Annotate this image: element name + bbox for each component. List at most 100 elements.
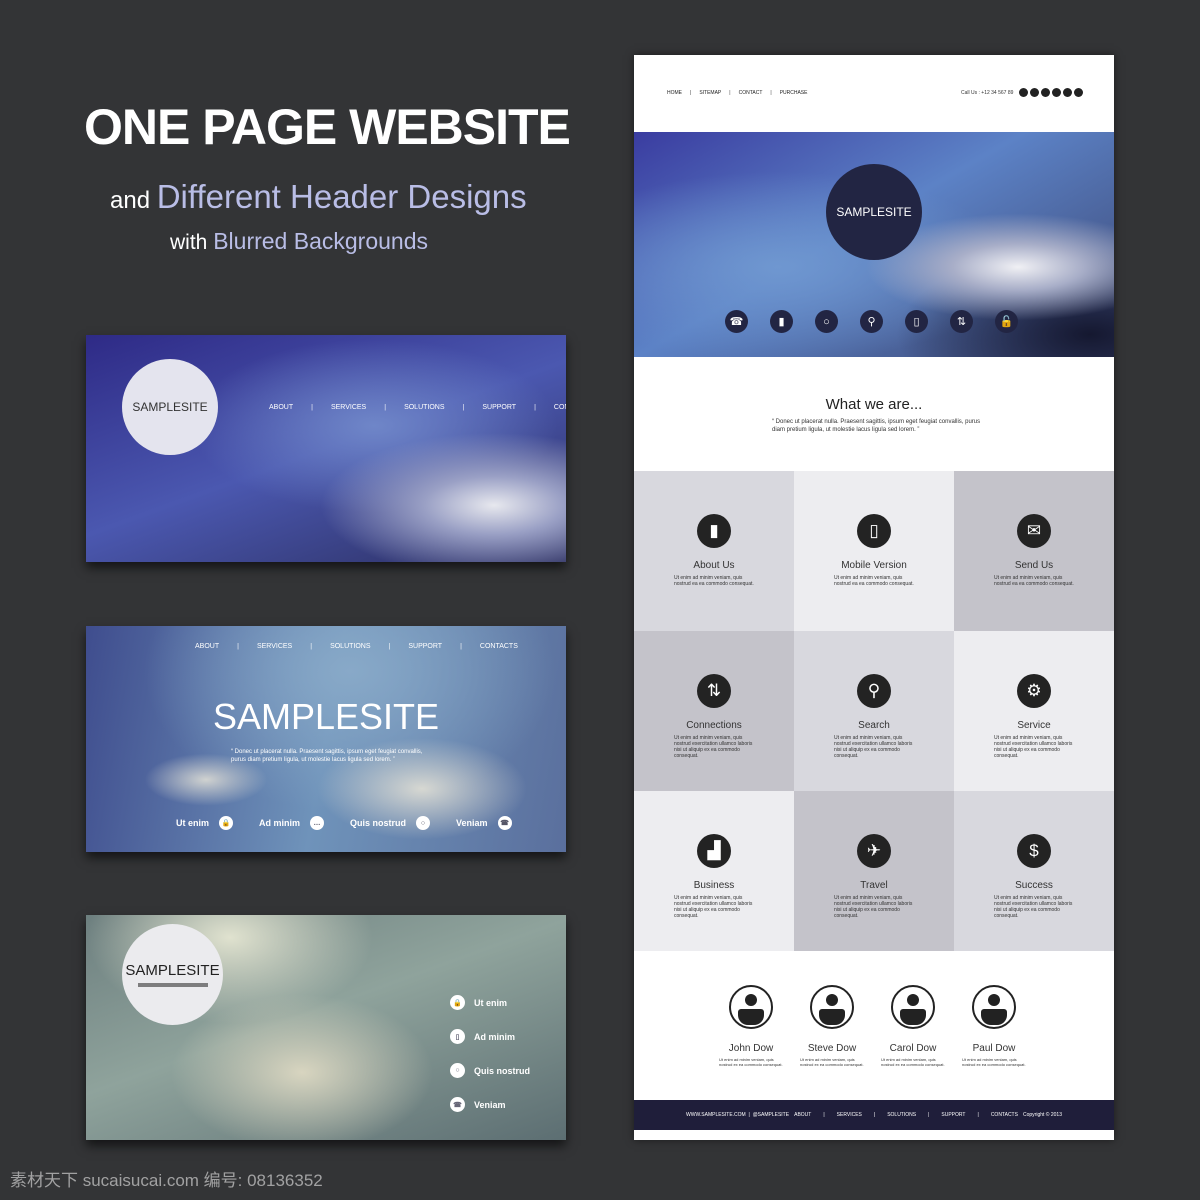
- feature-mobile-version[interactable]: ▯ Mobile Version Ut enim ad minim veniam, …: [794, 471, 954, 631]
- lock-icon: 🔒: [219, 816, 234, 830]
- link-label: Quis nostrud: [350, 818, 407, 828]
- feature-desc: Ut enim ad minim veniam, quis nostrud ea…: [834, 575, 914, 587]
- nav-link-purchase[interactable]: PURCHASE: [780, 90, 808, 96]
- phone-icon[interactable]: ☎: [725, 310, 748, 333]
- team-member[interactable]: Steve Dow Ut enim ad minim veniam, quis n…: [800, 985, 864, 1067]
- mail-icon[interactable]: [1063, 88, 1072, 97]
- feature-title: Business: [693, 880, 735, 891]
- nav-separator: |: [977, 1112, 979, 1118]
- mobile-icon[interactable]: ▯: [905, 310, 928, 333]
- banner-link[interactable]: Ad minim…: [259, 816, 325, 830]
- tagline-prefix: with: [170, 231, 208, 254]
- nav-link-solutions[interactable]: SOLUTIONS: [887, 1112, 916, 1118]
- banner-link[interactable]: ☎ Veniam: [450, 1097, 530, 1112]
- nav-separator: |: [460, 643, 462, 650]
- team-member[interactable]: Paul Dow Ut enim ad minim veniam, quis no…: [962, 985, 1026, 1067]
- nav-link-support[interactable]: SUPPORT: [941, 1112, 965, 1118]
- feature-title: Mobile Version: [841, 560, 907, 571]
- hero-logo-text: SAMPLESITE: [836, 205, 912, 219]
- banner1-nav: ABOUT | SERVICES | SOLUTIONS | SUPPORT | CONTACT…: [269, 404, 566, 411]
- search-icon[interactable]: ⚲: [860, 310, 883, 333]
- feature-desc: Ut enim ad minim veniam, quis nostrud ex…: [994, 895, 1073, 919]
- banner-link[interactable]: 🔒 Ut enim: [450, 995, 530, 1010]
- banner-link[interactable]: ○ Quis nostrud: [450, 1063, 530, 1078]
- avatar-icon: [891, 985, 935, 1029]
- circle-icon: ○: [450, 1063, 465, 1078]
- team-section: John Dow Ut enim ad minim veniam, quis no…: [719, 985, 1026, 1067]
- quote-text: Donec ut placerat nulla. Praesent sagitt…: [231, 749, 423, 763]
- banner-link[interactable]: ▯ Ad minim: [450, 1029, 530, 1044]
- footer-site-link[interactable]: WWW.SAMPLESITE.COM: [686, 1112, 746, 1118]
- member-desc: Ut enim ad minim veniam, quis nostrud ex…: [962, 1057, 1026, 1067]
- promo-title: ONE PAGE WEBSITE: [84, 99, 571, 155]
- feature-travel[interactable]: ✈ Travel Ut enim ad minim veniam, quis nos…: [794, 791, 954, 951]
- airplane-icon: ✈: [857, 834, 891, 868]
- nav-separator: |: [770, 90, 772, 96]
- feature-success[interactable]: $ Success Ut enim ad minim veniam, quis no…: [954, 791, 1114, 951]
- feature-desc: Ut enim ad minim veniam, quis nostrud ea…: [994, 575, 1074, 587]
- link-label: Ad minim: [474, 1031, 516, 1042]
- rss-icon[interactable]: [1041, 88, 1050, 97]
- circle-icon[interactable]: ○: [815, 310, 838, 333]
- mobile-icon: ▯: [450, 1029, 465, 1044]
- banner-link[interactable]: Quis nostrud ○: [350, 816, 431, 830]
- nav-link-contacts[interactable]: CONTACTS: [991, 1112, 1018, 1118]
- site-title: SAMPLESITE: [212, 696, 440, 737]
- feature-business[interactable]: ▟ Business Ut enim ad minim veniam, quis n…: [634, 791, 794, 951]
- logo-circle[interactable]: SAMPLESITE: [122, 924, 223, 1025]
- feature-send-us[interactable]: ✉ Send Us Ut enim ad minim veniam, quis no…: [954, 471, 1114, 631]
- nav-link-about[interactable]: ABOUT: [269, 404, 293, 411]
- nav-separator: |: [823, 1112, 825, 1118]
- avatar-icon: [729, 985, 773, 1029]
- nav-link-services[interactable]: SERVICES: [331, 404, 366, 411]
- nav-link-contacts[interactable]: CONTACTS: [554, 404, 566, 411]
- banner-link[interactable]: Ut enim 🔒: [176, 816, 234, 830]
- unlock-icon[interactable]: 🔓: [995, 310, 1018, 333]
- home-icon[interactable]: [1019, 88, 1028, 97]
- connections-icon[interactable]: ⇅: [950, 310, 973, 333]
- hero-icons: ☎ ▮ ○ ⚲ ▯ ⇅ 🔓: [725, 310, 1018, 333]
- about-quote: “ Donec ut placerat nulla. Praesent sagi…: [772, 419, 981, 433]
- nav-link-support[interactable]: SUPPORT: [408, 643, 442, 650]
- nav-separator: |: [534, 404, 536, 411]
- feature-about-us[interactable]: ▮ About Us Ut enim ad minim veniam, quis n…: [634, 471, 794, 631]
- feature-title: Success: [1015, 880, 1053, 891]
- feature-search[interactable]: ⚲ Search Ut enim ad minim veniam, quis nos…: [794, 631, 954, 791]
- nav-link-about[interactable]: ABOUT: [195, 643, 219, 650]
- feature-desc: Ut enim ad minim veniam, quis nostrud ea…: [674, 575, 754, 587]
- nav-link-solutions[interactable]: SOLUTIONS: [330, 643, 370, 650]
- nav-link-about[interactable]: ABOUT: [794, 1112, 811, 1118]
- banner2-quote: “ Donec ut placerat nulla. Praesent sagi…: [231, 749, 423, 763]
- feature-service[interactable]: ⚙ Service Ut enim ad minim veniam, quis no…: [954, 631, 1114, 791]
- nav-link-home[interactable]: HOME: [667, 90, 682, 96]
- nav-link-support[interactable]: SUPPORT: [482, 404, 516, 411]
- chat-icon[interactable]: [1074, 88, 1083, 97]
- nav-link-contacts[interactable]: CONTACTS: [480, 643, 518, 650]
- banner-link[interactable]: Veniam ☎: [456, 816, 512, 830]
- share-icon[interactable]: [1052, 88, 1061, 97]
- nav-link-services[interactable]: SERVICES: [837, 1112, 862, 1118]
- nav-link-solutions[interactable]: SOLUTIONS: [404, 404, 444, 411]
- feature-connections[interactable]: ⇅ Connections Ut enim ad minim veniam, qui…: [634, 631, 794, 791]
- feature-desc: Ut enim ad minim veniam, quis nostrud ex…: [994, 735, 1073, 759]
- team-member[interactable]: John Dow Ut enim ad minim veniam, quis no…: [719, 985, 783, 1067]
- book-icon[interactable]: ▮: [770, 310, 793, 333]
- team-member[interactable]: Carol Dow Ut enim ad minim veniam, quis n…: [881, 985, 945, 1067]
- nav-link-contact[interactable]: CONTACT: [739, 90, 763, 96]
- header-design-3: SAMPLESITE 🔒 Ut enim ▯ Ad minim ○ Quis nostru…: [86, 915, 566, 1140]
- nav-separator: |: [690, 90, 692, 96]
- logo-circle[interactable]: SAMPLESITE: [122, 359, 218, 455]
- nav-link-services[interactable]: SERVICES: [257, 643, 292, 650]
- feature-desc: Ut enim ad minim veniam, quis nostrud ex…: [834, 895, 913, 919]
- feature-desc: Ut enim ad minim veniam, quis nostrud ex…: [834, 735, 913, 759]
- footer-handle-link[interactable]: @SAMPLESITE: [753, 1112, 789, 1118]
- star-icon[interactable]: [1030, 88, 1039, 97]
- link-label: Quis nostrud: [474, 1065, 530, 1076]
- nav-link-sitemap[interactable]: SITEMAP: [699, 90, 721, 96]
- hero-logo-circle[interactable]: SAMPLESITE: [826, 164, 922, 260]
- copyright: Copyright © 2013: [1023, 1112, 1062, 1118]
- member-name: Paul Dow: [972, 1043, 1016, 1054]
- promo-tagline: with Blurred Backgrounds: [170, 228, 428, 255]
- subtitle-prefix: and: [110, 187, 151, 214]
- subtitle-accent: Different Header Designs: [156, 178, 527, 215]
